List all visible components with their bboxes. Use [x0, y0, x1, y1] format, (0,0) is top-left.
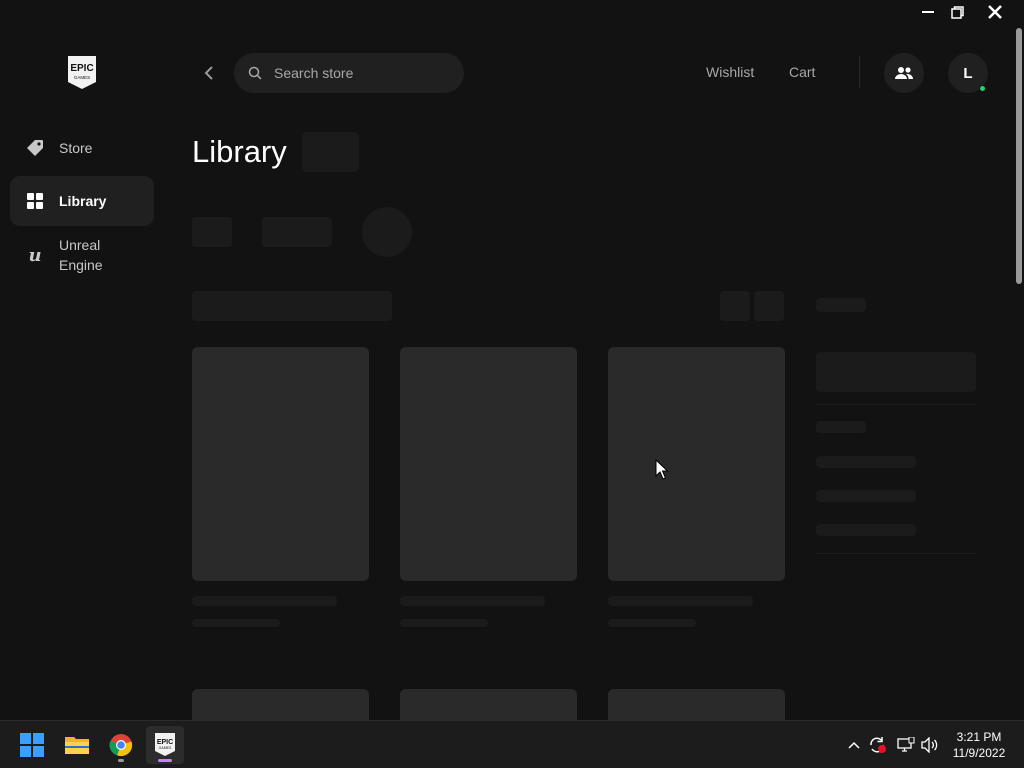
- network-icon: [897, 737, 915, 752]
- page-title: Library: [192, 134, 287, 169]
- skeleton-game-card: [400, 689, 577, 720]
- chrome-icon: [109, 734, 133, 757]
- skeleton-game-title: [400, 596, 545, 606]
- skeleton-view-toggle: [720, 291, 750, 321]
- unreal-icon: u: [25, 245, 45, 265]
- speaker-icon: [921, 737, 938, 753]
- taskbar-epic-text: EPIC: [157, 739, 173, 746]
- back-button[interactable]: [198, 62, 220, 84]
- minimize-icon: [922, 11, 934, 13]
- skeleton-filter-circle: [362, 207, 412, 257]
- restore-button[interactable]: [942, 0, 972, 24]
- chrome-button[interactable]: [102, 726, 140, 764]
- sync-icon: [870, 737, 886, 753]
- network-button[interactable]: [896, 735, 916, 755]
- logo-text-epic: EPIC: [70, 63, 93, 74]
- online-status-dot: [979, 85, 986, 92]
- svg-text:u: u: [28, 245, 41, 265]
- windows-icon: [20, 733, 44, 757]
- friends-button[interactable]: [884, 53, 924, 93]
- scrollbar-thumb[interactable]: [1016, 28, 1022, 284]
- filter-divider: [816, 404, 976, 405]
- sync-status-button[interactable]: [868, 735, 888, 755]
- search-input[interactable]: [274, 65, 434, 81]
- skeleton-game-subtitle: [192, 619, 280, 627]
- close-button[interactable]: [980, 0, 1010, 24]
- skeleton-filter-search: [816, 352, 976, 392]
- skeleton-filter-button: [192, 217, 232, 247]
- sidebar-item-library[interactable]: Library: [10, 176, 154, 226]
- logo-text-games: GAMES: [74, 75, 90, 80]
- file-explorer-button[interactable]: [58, 726, 96, 764]
- sidebar-item-label: Unreal Engine: [59, 235, 103, 275]
- mouse-cursor-icon: [655, 459, 669, 480]
- skeleton-game-title: [608, 596, 753, 606]
- chevron-left-icon: [204, 66, 213, 80]
- epic-games-taskbar-button[interactable]: EPIC GAMES: [146, 726, 184, 764]
- search-icon: [248, 66, 262, 80]
- skeleton-sort-dropdown: [192, 291, 392, 321]
- chevron-up-icon: [848, 741, 860, 749]
- epic-games-logo-icon: EPIC GAMES: [68, 56, 96, 89]
- minimize-button[interactable]: [913, 0, 943, 24]
- sidebar-item-unreal-engine[interactable]: u Unreal Engine: [10, 232, 154, 278]
- search-bar[interactable]: [234, 53, 464, 93]
- skeleton-game-card: [608, 689, 785, 720]
- grid-icon: [25, 191, 45, 211]
- filter-divider: [816, 553, 976, 554]
- cart-link[interactable]: Cart: [789, 64, 815, 80]
- clock-time: 3:21 PM: [956, 730, 1002, 744]
- skeleton-filter-option: [816, 490, 916, 502]
- sidebar-item-label-line2: Engine: [59, 257, 103, 273]
- volume-button[interactable]: [920, 735, 940, 755]
- clock-date: 11/9/2022: [952, 746, 1006, 760]
- active-indicator: [158, 759, 172, 762]
- tag-icon: [25, 138, 45, 158]
- friends-icon: [895, 67, 914, 79]
- folder-icon: [65, 737, 89, 754]
- taskbar-clock[interactable]: 3:21 PM 11/9/2022: [944, 729, 1014, 761]
- sidebar-item-label: Store: [59, 140, 93, 156]
- skeleton-filters-heading: [816, 298, 866, 312]
- taskbar: EPIC GAMES 3:21 PM 11/9/2022: [0, 720, 1024, 768]
- epic-games-logo[interactable]: EPIC GAMES: [66, 56, 98, 90]
- epic-games-launcher-window: EPIC GAMES Store Library u Unreal Engine: [0, 0, 1024, 720]
- wishlist-link[interactable]: Wishlist: [706, 64, 754, 80]
- epic-games-icon: EPIC GAMES: [155, 733, 175, 756]
- sidebar-item-store[interactable]: Store: [10, 128, 154, 168]
- skeleton-game-card: [608, 347, 785, 581]
- skeleton-game-card: [192, 689, 369, 720]
- close-icon: [988, 5, 1002, 19]
- skeleton-game-card: [400, 347, 577, 581]
- skeleton-title-count: [302, 132, 359, 172]
- skeleton-filter-button: [262, 217, 332, 247]
- sidebar-item-label: Library: [59, 193, 107, 209]
- running-indicator: [118, 759, 124, 762]
- skeleton-filter-option: [816, 524, 916, 536]
- skeleton-game-subtitle: [608, 619, 696, 627]
- skeleton-filter-option: [816, 456, 916, 468]
- skeleton-filter-label: [816, 421, 866, 433]
- skeleton-game-subtitle: [400, 619, 488, 627]
- skeleton-game-card: [192, 347, 369, 581]
- taskbar-games-text: GAMES: [159, 746, 172, 750]
- start-button[interactable]: [13, 726, 51, 764]
- show-hidden-icons-button[interactable]: [844, 735, 864, 755]
- skeleton-view-toggle: [754, 291, 784, 321]
- restore-icon: [950, 5, 964, 19]
- header-divider: [859, 56, 860, 88]
- skeleton-game-title: [192, 596, 337, 606]
- sidebar-item-label-line1: Unreal: [59, 237, 101, 253]
